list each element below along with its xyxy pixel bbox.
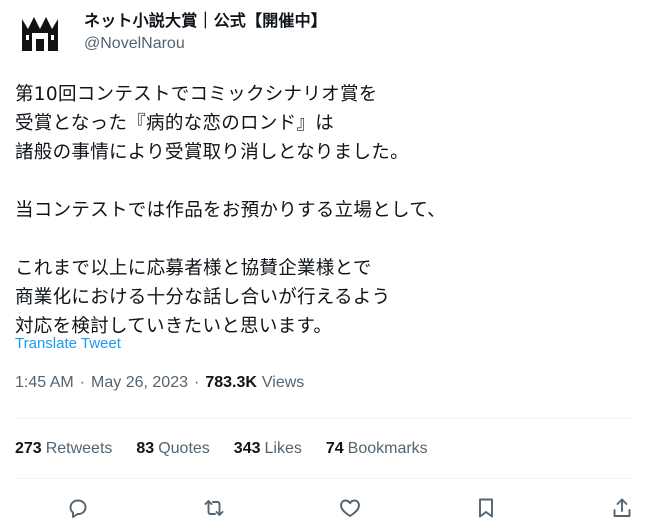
- share-icon: [613, 498, 631, 517]
- display-name[interactable]: ネット小説大賞｜公式【開催中】: [84, 11, 327, 31]
- retweet-button[interactable]: [196, 493, 232, 523]
- retweets-stat[interactable]: 273 Retweets: [15, 440, 112, 458]
- like-icon: [340, 499, 360, 517]
- tweet-header: ネット小説大賞｜公式【開催中】 @NovelNarou: [14, 7, 327, 59]
- divider: [15, 478, 630, 479]
- retweet-icon: [204, 500, 224, 516]
- bookmark-button[interactable]: [468, 493, 504, 523]
- translate-tweet-link[interactable]: Translate Tweet: [15, 335, 121, 352]
- meta-separator: ·: [79, 374, 86, 391]
- author-names: ネット小説大賞｜公式【開催中】 @NovelNarou: [84, 11, 327, 55]
- tweet-date[interactable]: May 26, 2023: [91, 374, 188, 392]
- likes-label: Likes: [264, 440, 302, 457]
- crown-castle-logo-icon: [22, 17, 58, 51]
- bookmarks-label: Bookmarks: [347, 440, 428, 457]
- retweets-count: 273: [15, 440, 42, 457]
- retweets-label: Retweets: [45, 440, 113, 457]
- tweet-meta: 1:45 AM · May 26, 2023 · 783.3K Views: [15, 374, 304, 392]
- bookmarks-count: 74: [325, 440, 344, 457]
- meta-separator-2: ·: [193, 374, 200, 391]
- action-bar: [60, 493, 640, 523]
- reply-button[interactable]: [60, 493, 96, 523]
- tweet-time[interactable]: 1:45 AM: [15, 374, 74, 392]
- bookmarks-stat[interactable]: 74 Bookmarks: [326, 440, 428, 458]
- divider: [15, 418, 630, 419]
- views-count: 783.3K: [205, 374, 257, 391]
- quotes-label: Quotes: [158, 440, 210, 457]
- user-handle[interactable]: @NovelNarou: [84, 33, 327, 55]
- share-button[interactable]: [604, 493, 640, 523]
- views-label: Views: [261, 374, 305, 391]
- likes-stat[interactable]: 343 Likes: [234, 440, 302, 458]
- avatar[interactable]: [14, 7, 66, 59]
- reply-icon: [69, 499, 87, 518]
- like-button[interactable]: [332, 493, 368, 523]
- tweet-text: 第10回コンテストでコミックシナリオ賞を 受賞となった『病的な恋のロンド』は 諸…: [15, 84, 446, 337]
- tweet-stats: 273 Retweets 83 Quotes 343 Likes 74 Bookmark…: [15, 440, 452, 458]
- likes-count: 343: [233, 440, 261, 457]
- quotes-count: 83: [136, 440, 155, 457]
- bookmark-icon: [479, 498, 493, 518]
- quotes-stat[interactable]: 83 Quotes: [136, 440, 209, 458]
